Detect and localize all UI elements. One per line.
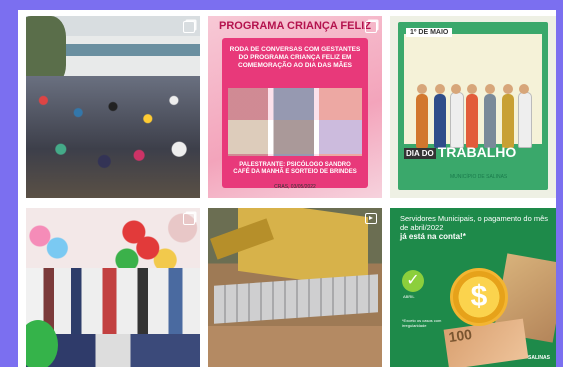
flyer-headline: PROGRAMA CRIANÇA FELIZ	[219, 20, 371, 32]
worker-figure	[416, 94, 428, 148]
post-dia-do-trabalho[interactable]: 1º DE MAIO DIA DO TRABALHO MUNICÍPIO DE S…	[390, 16, 556, 198]
poster-headline-text: Servidores Municipais, o pagamento do mê…	[400, 214, 548, 232]
coin-symbol: $	[470, 280, 488, 313]
worker-figure	[518, 92, 532, 148]
photo-ground	[208, 326, 382, 367]
check-label: ABRIL	[403, 294, 415, 299]
flyer-extra: CAFÉ DA MANHÃ E SORTEIO DE BRINDES	[233, 169, 357, 175]
worker-head	[417, 84, 427, 94]
coin-icon: $	[450, 268, 508, 326]
poster-headline: Servidores Municipais, o pagamento do mê…	[400, 214, 548, 241]
worker-figure	[484, 94, 496, 148]
post-crowd-photo[interactable]	[26, 16, 200, 198]
poster-title-prefix: DIA DO	[404, 147, 436, 159]
municipal-logo: SALINAS	[528, 355, 550, 361]
flyer-body: RODA DE CONVERSAS COM GESTANTES DO PROGR…	[229, 46, 361, 69]
poster-fine-print: *Exceto os casos com irregularidade	[402, 318, 442, 328]
flyer-speaker-name: PALESTRANTE: PSICÓLOGO SANDRO	[239, 162, 351, 168]
municipal-logo: MUNICÍPIO DE SALINAS	[450, 174, 508, 180]
worker-head	[435, 84, 445, 94]
photo-roof	[66, 44, 200, 56]
worker-head	[467, 84, 477, 94]
post-machinery[interactable]	[208, 208, 382, 367]
flyer-speaker: PALESTRANTE: PSICÓLOGO SANDRO CAFÉ DA MA…	[226, 162, 364, 176]
worker-figure	[450, 92, 464, 148]
worker-head	[485, 84, 495, 94]
worker-figure	[502, 94, 514, 148]
poster-emphasis: já está na conta!*	[400, 232, 466, 241]
post-grid: PROGRAMA CRIANÇA FELIZ RODA DE CONVERSAS…	[18, 10, 556, 367]
carousel-icon	[183, 213, 195, 225]
worker-head	[519, 84, 529, 94]
worker-figure	[466, 94, 478, 148]
flyer-date: CRAS, 03/05/2022	[274, 184, 316, 190]
poster-title-main: TRABALHO	[437, 144, 517, 160]
worker-head	[451, 84, 461, 94]
worker-head	[503, 84, 513, 94]
reel-icon	[365, 213, 377, 224]
carousel-icon	[183, 21, 195, 33]
banknote-value: 100	[447, 325, 473, 346]
carousel-icon	[365, 21, 377, 33]
worker-figure	[434, 94, 446, 148]
post-crianca-feliz[interactable]: PROGRAMA CRIANÇA FELIZ RODA DE CONVERSAS…	[208, 16, 382, 198]
photo-crowd	[26, 76, 200, 198]
flyer-photo-row-2	[228, 120, 362, 154]
poster-title: DIA DO TRABALHO	[404, 144, 544, 160]
post-balloons-photo[interactable]	[26, 208, 200, 367]
check-icon: ✓	[402, 270, 424, 292]
post-servidores[interactable]: Servidores Municipais, o pagamento do mê…	[390, 208, 556, 367]
poster-date: 1º DE MAIO	[406, 28, 453, 37]
